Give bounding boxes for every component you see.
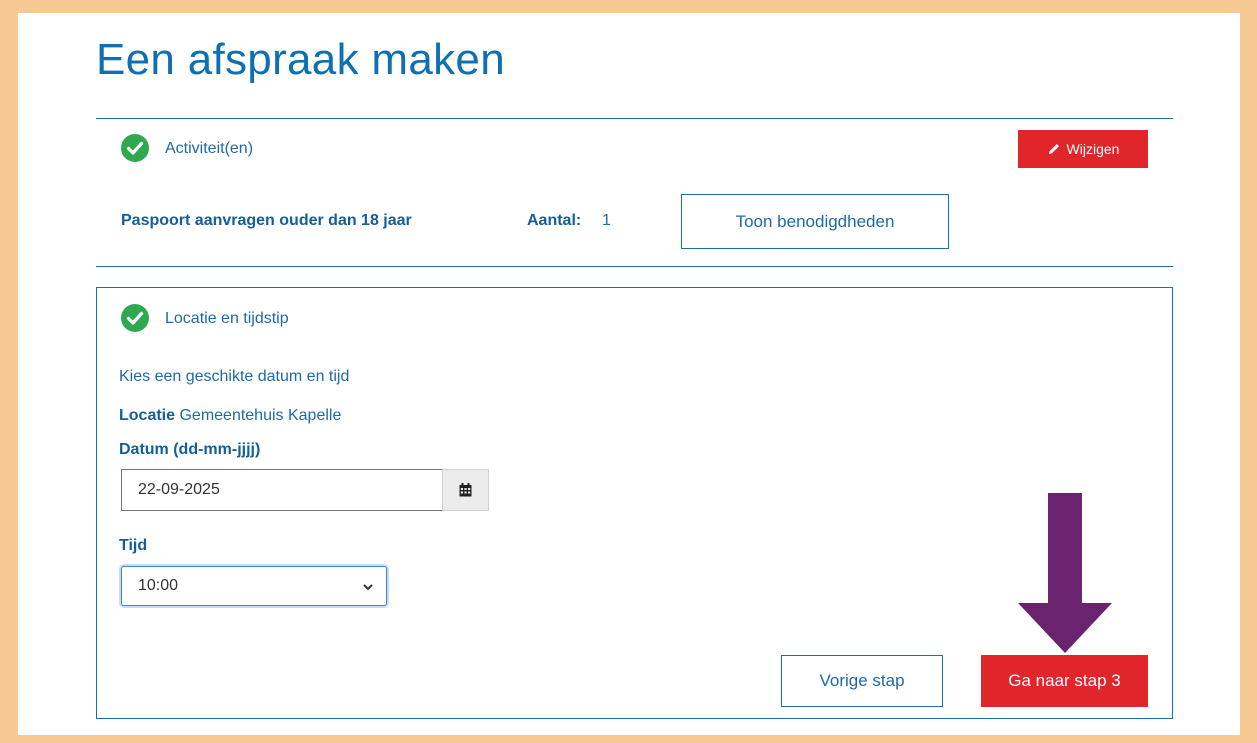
chevron-down-icon xyxy=(362,580,374,598)
edit-button-label: Wijzigen xyxy=(1066,141,1120,157)
divider xyxy=(96,266,1173,267)
date-value: 22-09-2025 xyxy=(138,481,220,498)
date-label: Datum (dd-mm-jjjj) xyxy=(119,441,261,458)
check-circle-icon xyxy=(121,134,149,162)
show-requirements-button[interactable]: Toon benodigdheden xyxy=(681,194,949,249)
section-title-activities: Activiteit(en) xyxy=(165,140,254,157)
activity-name: Paspoort aanvragen ouder dan 18 jaar xyxy=(121,212,412,229)
pencil-icon xyxy=(1047,142,1061,156)
calendar-icon xyxy=(459,483,472,497)
location-line: Locatie Gemeentehuis Kapelle xyxy=(119,407,341,425)
previous-step-button[interactable]: Vorige stap xyxy=(781,655,943,707)
calendar-button[interactable] xyxy=(442,469,489,511)
date-field[interactable]: 22-09-2025 xyxy=(121,469,443,511)
section-title-location: Locatie en tijdstip xyxy=(165,310,289,327)
time-label: Tijd xyxy=(119,537,148,554)
location-label: Locatie xyxy=(119,407,176,424)
page-canvas: Een afspraak maken Activiteit(en) Wijzig… xyxy=(18,13,1240,735)
time-value: 10:00 xyxy=(138,577,179,594)
count-value: 1 xyxy=(602,212,611,229)
down-arrow-annotation xyxy=(1018,493,1112,658)
edit-button[interactable]: Wijzigen xyxy=(1018,130,1148,168)
check-circle-icon xyxy=(121,304,149,332)
count-label: Aantal: xyxy=(527,212,582,229)
next-step-button[interactable]: Ga naar stap 3 xyxy=(981,655,1148,707)
page-title: Een afspraak maken xyxy=(96,35,505,84)
time-select[interactable]: 10:00 xyxy=(121,566,387,606)
location-value: Gemeentehuis Kapelle xyxy=(179,407,342,424)
instruction-text: Kies een geschikte datum en tijd xyxy=(119,368,350,385)
divider xyxy=(96,118,1173,119)
